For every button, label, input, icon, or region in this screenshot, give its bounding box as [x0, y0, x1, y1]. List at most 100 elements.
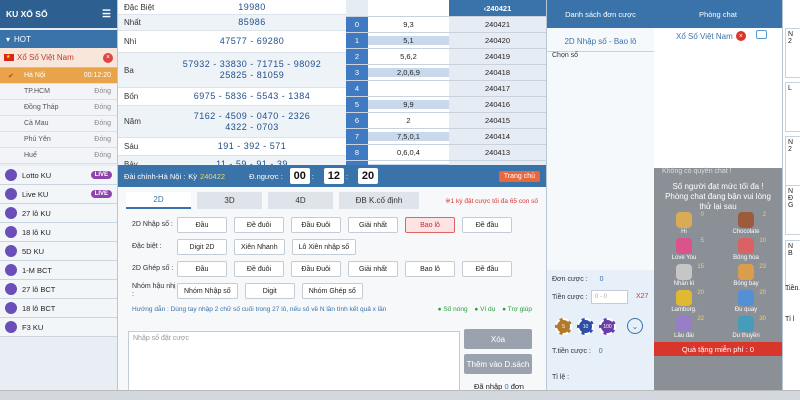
- bet-row-label: 2D Ghép số :: [132, 265, 174, 272]
- region-status: Đóng: [94, 152, 111, 159]
- tail-period: 240415: [449, 113, 546, 128]
- order-type-tab[interactable]: 2D Nhập số - Bao lô: [547, 32, 654, 52]
- bet-type-button[interactable]: Digit 2D: [177, 239, 227, 255]
- chip-10[interactable]: 10: [577, 318, 594, 335]
- game-item[interactable]: 27 lô KU: [0, 204, 117, 223]
- bet-type-button[interactable]: Xiên Nhanh: [234, 239, 285, 255]
- tail-digit: 7: [346, 129, 368, 144]
- home-button[interactable]: Trang chủ: [498, 170, 540, 182]
- game-item[interactable]: 5D KU: [0, 242, 117, 261]
- hot-numbers-link[interactable]: ● Số nóng: [438, 306, 468, 313]
- tail-values: 7,5,0,1: [368, 132, 449, 141]
- 27-icon: [5, 207, 17, 219]
- game-item[interactable]: Lotto KU LIVE: [0, 166, 117, 185]
- live-icon: [5, 188, 17, 200]
- bet-tabs: 2D 3D 4D ĐB K.cố định ※1 kỳ đặt cược tối…: [118, 187, 546, 209]
- region-item[interactable]: Phú Yên Đóng: [0, 132, 117, 148]
- tab-3d[interactable]: 3D: [197, 192, 262, 209]
- 18-icon: [5, 226, 17, 238]
- bet-type-button[interactable]: Đầu Đuôi: [291, 261, 341, 277]
- region-list: ✔ Hà Nội 00:12:20 TP.HCM Đóng Đồng Tháp Đóng Cà…: [0, 68, 117, 164]
- bet-type-button[interactable]: Giải nhất: [348, 217, 398, 233]
- game-item[interactable]: Live KU LIVE: [0, 185, 117, 204]
- region-item[interactable]: Huế Đóng: [0, 148, 117, 164]
- game-name: F3 KU: [22, 322, 44, 332]
- no-permission-text: Không có quyền chat !: [662, 168, 732, 175]
- add-to-list-button[interactable]: Thêm vào D.sách: [464, 354, 532, 374]
- countdown-minutes: 12: [323, 168, 344, 184]
- tail-row: 8 0,6,0,4 240413: [346, 145, 546, 161]
- chip-5[interactable]: 5: [555, 318, 572, 335]
- clear-button[interactable]: Xóa: [464, 329, 532, 349]
- chat-room-area: Xổ Số Việt Nam ×: [654, 28, 782, 168]
- bet-type-button[interactable]: Đề đuôi: [234, 261, 284, 277]
- tail-digit: 8: [346, 145, 368, 160]
- result-row: Nhất 85986: [118, 15, 346, 31]
- bet-type-button[interactable]: Đề đuôi: [234, 217, 284, 233]
- bet-type-button[interactable]: Nhóm Ghép số: [301, 283, 363, 299]
- chevron-down-icon[interactable]: ⌄: [627, 318, 643, 334]
- bet-type-button[interactable]: Đề đầu: [462, 261, 512, 277]
- tail-row: 0 9,3 240421: [346, 17, 546, 33]
- prize-line: 191 - 392 - 571: [217, 141, 287, 151]
- bet-number-input[interactable]: Nhập số đặt cược: [128, 331, 460, 395]
- region-item[interactable]: TP.HCM Đóng: [0, 84, 117, 100]
- tab-special-fixed[interactable]: ĐB K.cố định: [339, 192, 419, 209]
- chat-settings-icon[interactable]: [756, 30, 767, 39]
- gift-icon: [738, 238, 754, 254]
- bet-type-button[interactable]: Digit: [244, 283, 295, 299]
- region-item[interactable]: Đồng Tháp Đóng: [0, 100, 117, 116]
- horizontal-scrollbar[interactable]: [0, 390, 800, 400]
- game-item[interactable]: 18 lô KU: [0, 223, 117, 242]
- tail-row: 2 5,6,2 240419: [346, 49, 546, 65]
- hot-section[interactable]: ▾ HOT: [0, 30, 117, 48]
- gift-price: 0: [700, 212, 704, 218]
- amount-input[interactable]: 0 - 0: [591, 290, 628, 304]
- region-status: 00:12:20: [83, 72, 111, 79]
- partial-card: N2: [785, 28, 800, 78]
- menu-icon[interactable]: ☰: [102, 9, 111, 20]
- gift-price: 20: [759, 290, 766, 296]
- game-item[interactable]: 1-M BCT: [0, 261, 117, 280]
- close-icon[interactable]: ×: [103, 52, 113, 63]
- close-icon[interactable]: ×: [735, 31, 746, 41]
- region-item[interactable]: Cà Mau Đóng: [0, 116, 117, 132]
- prize-line: 4322 - 0703: [225, 121, 279, 132]
- bet-type-button[interactable]: Lô Xiên nhập số: [291, 239, 357, 255]
- chip-100[interactable]: 100: [599, 318, 616, 335]
- order-panel: Danh sách đơn cược 2D Nhập số - Bao lô C…: [546, 0, 655, 400]
- gift-name: Du thuyền: [732, 333, 760, 339]
- tab-4d[interactable]: 4D: [268, 192, 333, 209]
- gift-price: 23: [759, 264, 766, 270]
- bet-type-button[interactable]: Đầu: [177, 217, 227, 233]
- bet-type-button[interactable]: Bao lô: [405, 261, 455, 277]
- game-item[interactable]: 18 lô BCT: [0, 299, 117, 318]
- tab-2d[interactable]: 2D: [126, 192, 191, 209]
- bet-type-button[interactable]: Đầu: [177, 261, 227, 277]
- bet-type-button[interactable]: Đầu Đuôi: [291, 217, 341, 233]
- example-link[interactable]: ● Ví dụ: [474, 306, 495, 313]
- 1m-icon: [5, 264, 17, 276]
- 27-icon: [5, 283, 17, 295]
- tail-digit: 1: [346, 33, 368, 48]
- bet-type-button[interactable]: Giải nhất: [348, 261, 398, 277]
- bet-type-button[interactable]: Bao lô: [405, 217, 455, 233]
- gift-price: 30: [759, 316, 766, 322]
- help-link[interactable]: ● Trợ giúp: [502, 306, 532, 313]
- bet-type-button[interactable]: Nhóm Nhập số: [177, 283, 238, 299]
- sidebar-header: KU XỔ SỐ ☰: [0, 0, 117, 28]
- max-numbers-warning: ※1 kỳ đặt cược tối đa 65 con số: [445, 197, 538, 205]
- region-item[interactable]: ✔ Hà Nội 00:12:20: [0, 68, 117, 84]
- tail-values: 2,0,6,9: [368, 68, 449, 77]
- countdown-label: Đ.ngược :: [249, 171, 283, 181]
- gift-price: 15: [697, 264, 704, 270]
- game-item[interactable]: 27 lô BCT: [0, 280, 117, 299]
- tail-row: 1 5,1 240420: [346, 33, 546, 49]
- game-item[interactable]: F3 KU: [0, 318, 117, 337]
- tail-header-period[interactable]: ‹ 240421: [449, 0, 546, 16]
- prize-line: 57932 - 33830 - 71715 - 98092: [182, 59, 322, 69]
- tail-period: 240417: [449, 81, 546, 96]
- bet-type-button[interactable]: Đề đầu: [462, 217, 512, 233]
- chat-room-selector[interactable]: Xổ Số Việt Nam ×: [676, 31, 746, 41]
- category-vietnam[interactable]: Xổ Số Việt Nam ×: [0, 48, 117, 68]
